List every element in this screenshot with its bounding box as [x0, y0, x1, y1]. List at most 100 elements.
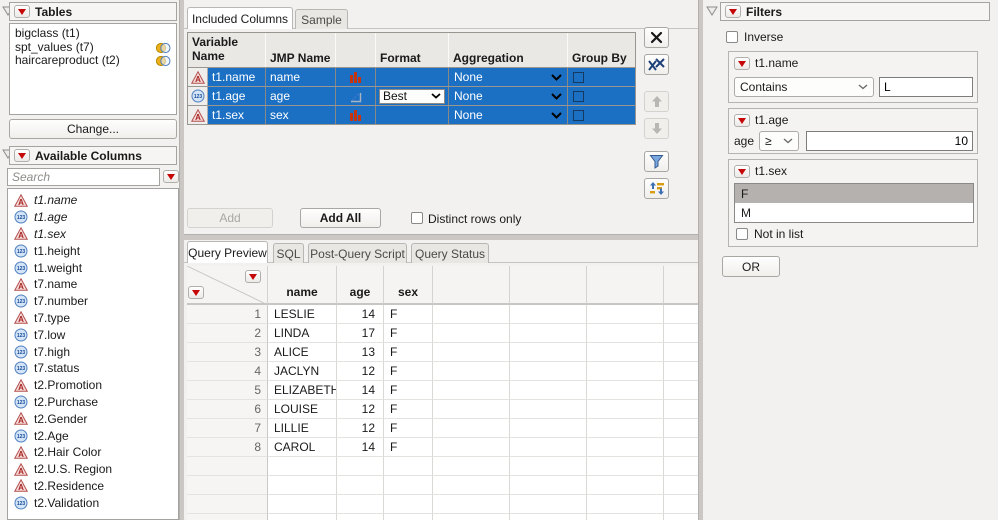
list-item[interactable]: At2.U.S. Region: [8, 461, 178, 478]
column-header[interactable]: name: [268, 266, 337, 305]
filter-button[interactable]: [644, 151, 669, 172]
distinct-rows-checkbox[interactable]: [411, 212, 423, 224]
svg-text:A: A: [18, 450, 24, 459]
name-operator-select[interactable]: Contains: [734, 77, 874, 97]
change-button-label: Change...: [66, 122, 120, 136]
name-filter-value-input[interactable]: [879, 77, 973, 97]
or-button[interactable]: OR: [722, 256, 780, 277]
group-by-checkbox[interactable]: [568, 68, 635, 86]
move-down-button[interactable]: [644, 118, 669, 139]
filters-panel: Filters Inverse t1.name Contains t1.age …: [704, 0, 998, 520]
column-header: [510, 266, 587, 305]
column-label: t7.status: [34, 361, 80, 376]
table-label: bigclass (t1): [15, 26, 80, 40]
group-by-checkbox[interactable]: [568, 87, 635, 105]
jmp-name[interactable]: name: [266, 68, 336, 86]
list-item[interactable]: F: [735, 184, 973, 203]
column-header: [587, 266, 664, 305]
continuous-type-icon[interactable]: [336, 87, 376, 105]
remove-column-button[interactable]: [644, 27, 669, 48]
change-tables-button[interactable]: Change...: [9, 119, 177, 139]
table-row[interactable]: A t1.name name None: [188, 67, 635, 86]
list-item[interactable]: At7.name: [8, 276, 178, 293]
not-in-list-checkbox[interactable]: [736, 228, 748, 240]
column-header[interactable]: sex: [384, 266, 433, 305]
tab-sample[interactable]: Sample: [295, 9, 348, 29]
age-operator-select[interactable]: ≥: [759, 131, 799, 151]
arrow-down-icon: [651, 123, 662, 134]
add-all-button[interactable]: Add All: [300, 208, 381, 228]
tab-sql[interactable]: SQL: [273, 243, 304, 263]
sex-value-list: F M: [734, 183, 974, 223]
columns-menu-icon[interactable]: [245, 270, 261, 283]
rows-menu-icon[interactable]: [188, 286, 204, 299]
list-item[interactable]: 123 t1.weight: [8, 259, 178, 276]
list-item[interactable]: 123 t2.Validation: [8, 494, 178, 511]
group-by-checkbox[interactable]: [568, 106, 635, 124]
sort-icon: [649, 182, 664, 195]
list-item[interactable]: At2.Hair Color: [8, 444, 178, 461]
list-item[interactable]: haircareproduct (t2): [10, 54, 176, 68]
list-item[interactable]: 123 t1.age: [8, 209, 178, 226]
aggregation-select[interactable]: None: [449, 68, 568, 86]
jmp-name[interactable]: sex: [266, 106, 336, 124]
table-row[interactable]: 123 t1.age age Best None: [188, 86, 635, 105]
column-label: t2.Age: [34, 428, 69, 443]
character-type-icon: A: [14, 277, 28, 291]
age-filter-value-input[interactable]: [806, 131, 973, 151]
tab-included-columns[interactable]: Included Columns: [187, 7, 293, 29]
column-header: JMP Name: [266, 33, 336, 67]
sort-button[interactable]: [644, 178, 669, 199]
tab-query-status[interactable]: Query Status: [411, 243, 489, 263]
list-item[interactable]: 123 t7.low: [8, 326, 178, 343]
red-triangle-menu-icon[interactable]: [14, 5, 30, 18]
list-item[interactable]: 123 t2.Age: [8, 427, 178, 444]
remove-all-columns-button[interactable]: [644, 54, 669, 75]
list-item[interactable]: At1.name: [8, 192, 178, 209]
list-item[interactable]: 123 t7.high: [8, 343, 178, 360]
format-cell[interactable]: [376, 106, 449, 124]
list-item[interactable]: 123 t2.Purchase: [8, 394, 178, 411]
format-cell[interactable]: [376, 68, 449, 86]
red-triangle-menu-icon[interactable]: [14, 149, 30, 162]
jmp-name[interactable]: age: [266, 87, 336, 105]
red-triangle-menu-icon[interactable]: [725, 5, 741, 18]
inverse-checkbox[interactable]: [726, 31, 738, 43]
list-item[interactable]: bigclass (t1): [10, 26, 176, 41]
panel-splitter[interactable]: [698, 0, 703, 520]
column-header[interactable]: age: [337, 266, 384, 305]
move-up-button[interactable]: [644, 91, 669, 112]
join-venn-icon[interactable]: [155, 42, 171, 54]
red-triangle-menu-icon[interactable]: [734, 164, 750, 178]
list-item[interactable]: At2.Residence: [8, 478, 178, 495]
add-button[interactable]: Add: [187, 208, 273, 228]
distribution-bars-icon[interactable]: [336, 106, 376, 124]
table-row[interactable]: A t1.sex sex None: [188, 105, 635, 124]
tab-query-preview[interactable]: Query Preview: [187, 241, 268, 263]
list-item[interactable]: 123 t7.status: [8, 360, 178, 377]
red-triangle-menu-icon[interactable]: [734, 56, 750, 70]
search-menu-icon[interactable]: [163, 170, 179, 183]
list-item[interactable]: At2.Promotion: [8, 377, 178, 394]
list-item[interactable]: At1.sex: [8, 226, 178, 243]
list-item[interactable]: At7.type: [8, 310, 178, 327]
numeric-type-icon: 123: [14, 496, 28, 510]
collapse-triangle-icon[interactable]: [706, 6, 718, 16]
list-item[interactable]: spt_values (t7): [10, 39, 176, 55]
red-triangle-menu-icon[interactable]: [734, 113, 750, 127]
cell-age: 12: [337, 419, 384, 438]
list-item[interactable]: 123 t7.number: [8, 293, 178, 310]
aggregation-select[interactable]: None: [449, 87, 568, 105]
list-item[interactable]: 123 t1.height: [8, 242, 178, 259]
table-label: spt_values (t7): [15, 39, 94, 54]
distribution-bars-icon[interactable]: [336, 68, 376, 86]
format-select[interactable]: Best: [376, 87, 449, 105]
svg-text:123: 123: [17, 400, 26, 406]
search-input[interactable]: [7, 168, 160, 186]
list-item[interactable]: At2.Gender: [8, 410, 178, 427]
tables-title: Tables: [35, 4, 73, 19]
tab-post-query-script[interactable]: Post-Query Script: [308, 243, 407, 263]
list-item[interactable]: M: [735, 203, 973, 222]
aggregation-select[interactable]: None: [449, 106, 568, 124]
join-venn-icon[interactable]: [155, 55, 171, 67]
